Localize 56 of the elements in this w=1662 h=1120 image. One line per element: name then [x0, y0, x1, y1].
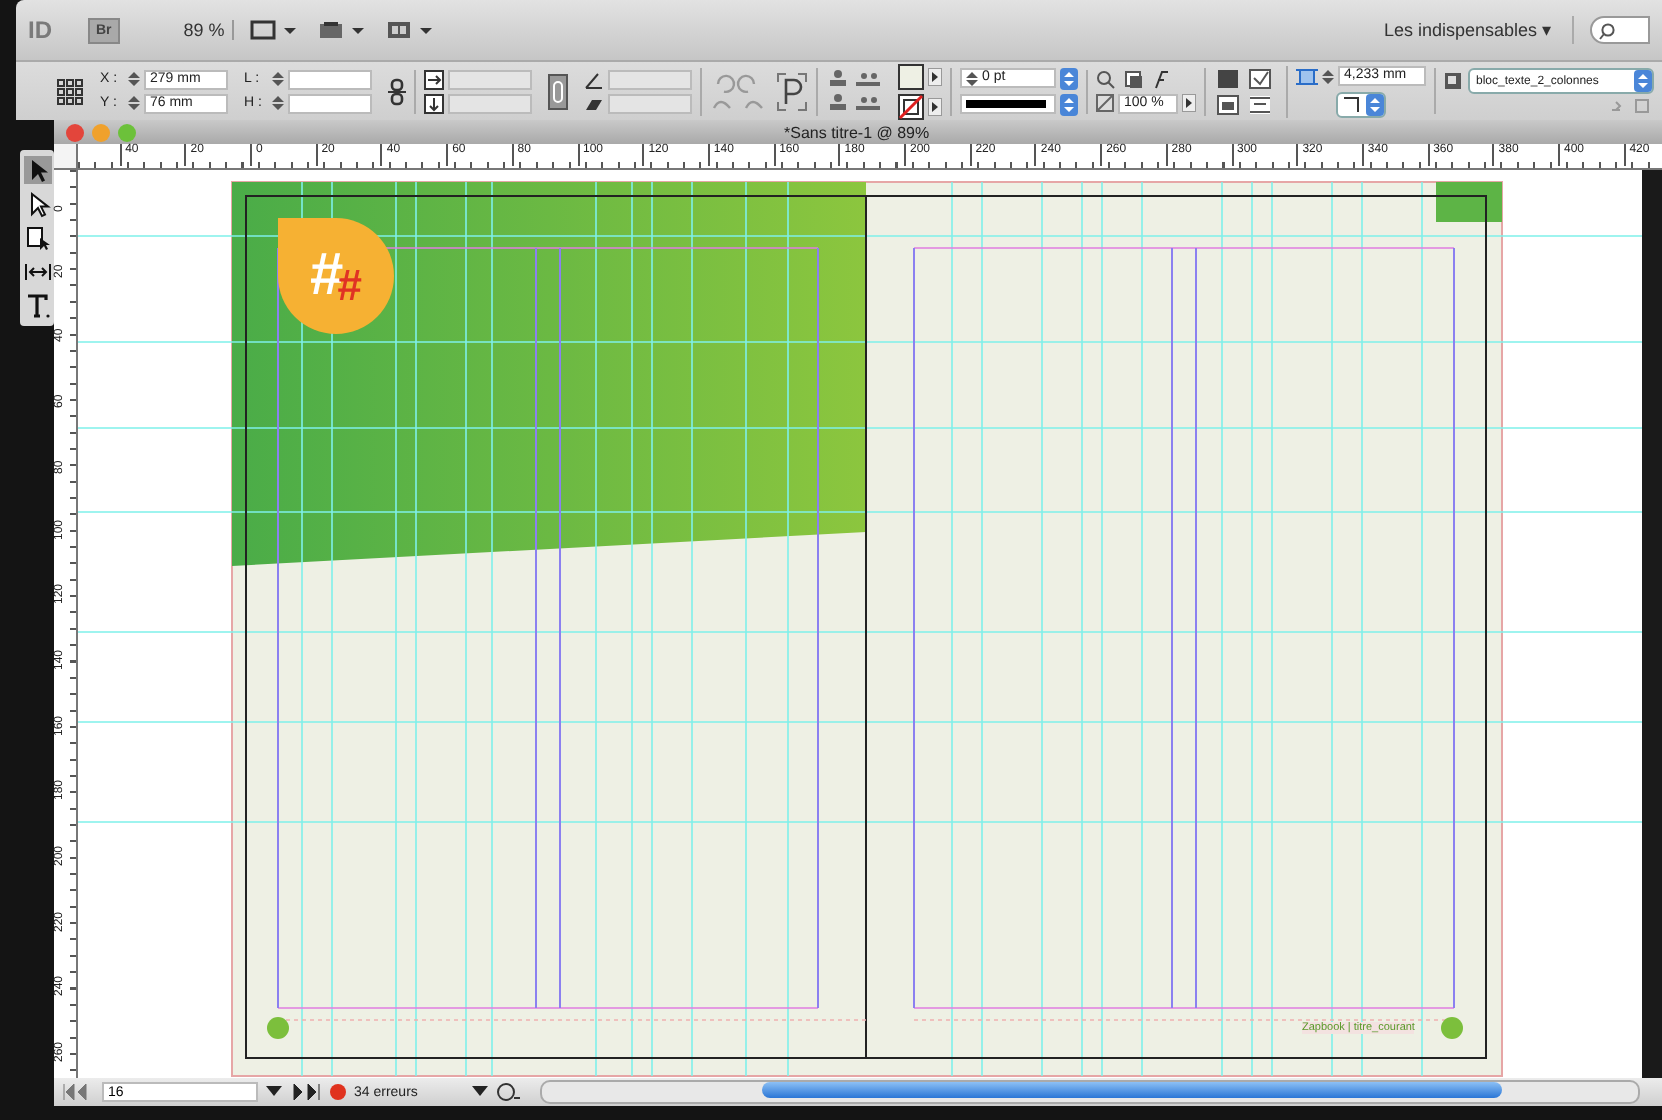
window-title: *Sans titre-1 @ 89%: [784, 123, 930, 141]
chain-link-icon[interactable]: [388, 77, 406, 105]
type-tool-icon[interactable]: [23, 292, 51, 320]
caret-icon[interactable]: [266, 1086, 282, 1098]
stepper-icon[interactable]: [1322, 67, 1334, 85]
scrollbar-thumb[interactable]: [762, 1082, 1502, 1098]
corner-block: [1436, 182, 1502, 222]
stroke-type-field[interactable]: [960, 94, 1056, 114]
caret-icon[interactable]: [472, 1086, 488, 1098]
dropdown-icon: [1366, 93, 1384, 115]
caret-icon[interactable]: [928, 97, 942, 115]
gap-tool-icon[interactable]: [23, 258, 51, 286]
page-tool-icon[interactable]: [23, 224, 51, 252]
workspace-menu[interactable]: Les indispensables ▾: [1363, 16, 1574, 44]
width-field[interactable]: [288, 69, 372, 89]
select-container-icons-drawing[interactable]: [826, 67, 882, 115]
stepper-icon[interactable]: [966, 69, 978, 87]
rotation-field[interactable]: [608, 69, 692, 89]
stroke-none-swatch-icon[interactable]: [898, 93, 924, 119]
app-logo: ID: [28, 16, 54, 44]
shear-field[interactable]: [608, 93, 692, 113]
frame-fitting-icon: [1296, 65, 1318, 87]
page-marker: [1441, 1017, 1463, 1039]
corner-shape-icon: [1344, 96, 1360, 112]
flip-p-icon[interactable]: [776, 71, 808, 111]
corner-options-dropdown[interactable]: [1336, 91, 1386, 117]
stepper-icon[interactable]: [272, 94, 284, 112]
last-page-icon[interactable]: [290, 1084, 322, 1100]
stepper-icon[interactable]: [128, 70, 140, 88]
scale-x-icon: [424, 69, 444, 89]
object-style-icon: [1444, 71, 1464, 91]
search-field[interactable]: [1590, 16, 1650, 44]
constrain-proportions-icon[interactable]: [548, 73, 568, 109]
ruler-origin[interactable]: [54, 144, 78, 168]
zoom-menu[interactable]: 89 %: [175, 20, 235, 40]
scale-x-field[interactable]: [448, 69, 532, 89]
rotate-angle-icon: [584, 69, 604, 89]
selection-tool-icon[interactable]: [23, 156, 51, 184]
stepper-icon[interactable]: [272, 70, 284, 88]
page-marker: [267, 1017, 289, 1039]
dropdown-icon[interactable]: [1060, 67, 1078, 89]
caret-icon[interactable]: [928, 67, 942, 85]
fill-swatch[interactable]: [898, 63, 924, 89]
caret-icon[interactable]: [1182, 94, 1196, 112]
dropdown-icon: [1634, 70, 1652, 92]
open-file-icon[interactable]: [496, 1082, 520, 1102]
stepper-icon[interactable]: [128, 94, 140, 112]
dropdown-icon[interactable]: [1060, 93, 1078, 115]
opacity-icon: [1096, 94, 1114, 112]
error-indicator-icon: [330, 1084, 346, 1100]
reference-point-icon[interactable]: [56, 77, 84, 105]
horizontal-scrollbar[interactable]: [540, 1080, 1640, 1104]
scale-y-field[interactable]: [448, 93, 532, 113]
search-icon: [1598, 21, 1616, 39]
height-field[interactable]: [288, 93, 372, 113]
scale-y-icon: [424, 93, 444, 113]
